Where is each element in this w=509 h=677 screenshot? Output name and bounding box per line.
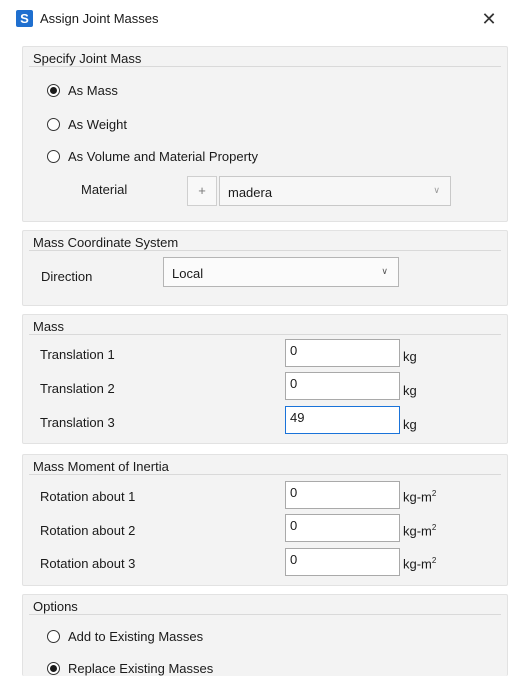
- radio-selected-icon[interactable]: [47, 83, 60, 97]
- rotation-2-input[interactable]: 0: [285, 514, 400, 542]
- translation-2-input[interactable]: 0: [285, 372, 400, 400]
- radio-replace-existing[interactable]: Replace Existing Masses: [47, 659, 213, 677]
- mass-coordinate-system-group: Mass Coordinate System Direction Local ∨: [22, 230, 508, 306]
- radio-unselected-icon[interactable]: [47, 117, 60, 131]
- radio-as-mass[interactable]: As Mass: [47, 81, 118, 99]
- radio-label: As Volume and Material Property: [68, 148, 259, 164]
- group-title: Mass: [33, 319, 65, 334]
- material-select[interactable]: madera ∨: [219, 176, 451, 206]
- group-title: Specify Joint Mass: [33, 51, 142, 66]
- options-group: Options Add to Existing Masses Replace E…: [22, 594, 508, 676]
- rotation-3-unit: kg-m2: [403, 556, 436, 571]
- rotation-2-label: Rotation about 2: [40, 523, 136, 538]
- direction-select[interactable]: Local ∨: [163, 257, 399, 287]
- unit-text: kg-m: [403, 489, 432, 505]
- specify-joint-mass-group: Specify Joint Mass As Mass As Weight As …: [22, 46, 508, 222]
- radio-as-weight[interactable]: As Weight: [47, 115, 127, 133]
- rotation-1-unit: kg-m2: [403, 489, 436, 504]
- title-bar: S Assign Joint Masses ✕: [0, 0, 509, 40]
- translation-3-label: Translation 3: [40, 415, 115, 430]
- unit-text: kg-m: [403, 556, 432, 572]
- group-title: Mass Moment of Inertia: [33, 459, 169, 474]
- material-label: Material: [81, 182, 128, 197]
- radio-label: As Weight: [68, 116, 128, 132]
- unit-superscript: 2: [431, 489, 437, 498]
- unit-superscript: 2: [431, 556, 437, 565]
- translation-3-unit: kg: [403, 417, 417, 432]
- close-icon[interactable]: ✕: [475, 6, 503, 32]
- rotation-3-label: Rotation about 3: [40, 556, 136, 571]
- radio-label: Replace Existing Masses: [68, 660, 214, 676]
- window-title: Assign Joint Masses: [40, 11, 159, 26]
- app-logo-icon: S: [16, 10, 33, 27]
- group-divider: [29, 474, 501, 475]
- group-title: Options: [33, 599, 78, 614]
- chevron-down-icon: ∨: [433, 185, 440, 195]
- rotation-2-unit: kg-m2: [403, 523, 436, 538]
- translation-1-label: Translation 1: [40, 347, 115, 362]
- group-divider: [29, 250, 501, 251]
- unit-superscript: 2: [431, 523, 437, 532]
- translation-1-input[interactable]: 0: [285, 339, 400, 367]
- radio-selected-icon[interactable]: [47, 661, 60, 675]
- translation-1-unit: kg: [403, 349, 417, 364]
- rotation-1-label: Rotation about 1: [40, 489, 136, 504]
- radio-add-to-existing[interactable]: Add to Existing Masses: [47, 627, 203, 645]
- translation-3-input[interactable]: 49: [285, 406, 400, 434]
- add-material-button[interactable]: +: [187, 176, 217, 206]
- rotation-3-input[interactable]: 0: [285, 548, 400, 576]
- radio-as-volume-material[interactable]: As Volume and Material Property: [47, 147, 258, 165]
- translation-2-label: Translation 2: [40, 381, 115, 396]
- group-divider: [29, 614, 501, 615]
- group-title: Mass Coordinate System: [33, 235, 179, 250]
- direction-value: Local: [172, 266, 204, 281]
- group-divider: [29, 334, 501, 335]
- chevron-down-icon: ∨: [381, 266, 388, 276]
- direction-label: Direction: [41, 269, 93, 284]
- rotation-1-input[interactable]: 0: [285, 481, 400, 509]
- radio-unselected-icon[interactable]: [47, 629, 60, 643]
- radio-label: As Mass: [68, 82, 118, 98]
- material-value: madera: [228, 185, 273, 200]
- translation-2-unit: kg: [403, 383, 417, 398]
- group-divider: [29, 66, 501, 67]
- radio-label: Add to Existing Masses: [68, 628, 204, 644]
- radio-unselected-icon[interactable]: [47, 149, 60, 163]
- unit-text: kg-m: [403, 523, 432, 539]
